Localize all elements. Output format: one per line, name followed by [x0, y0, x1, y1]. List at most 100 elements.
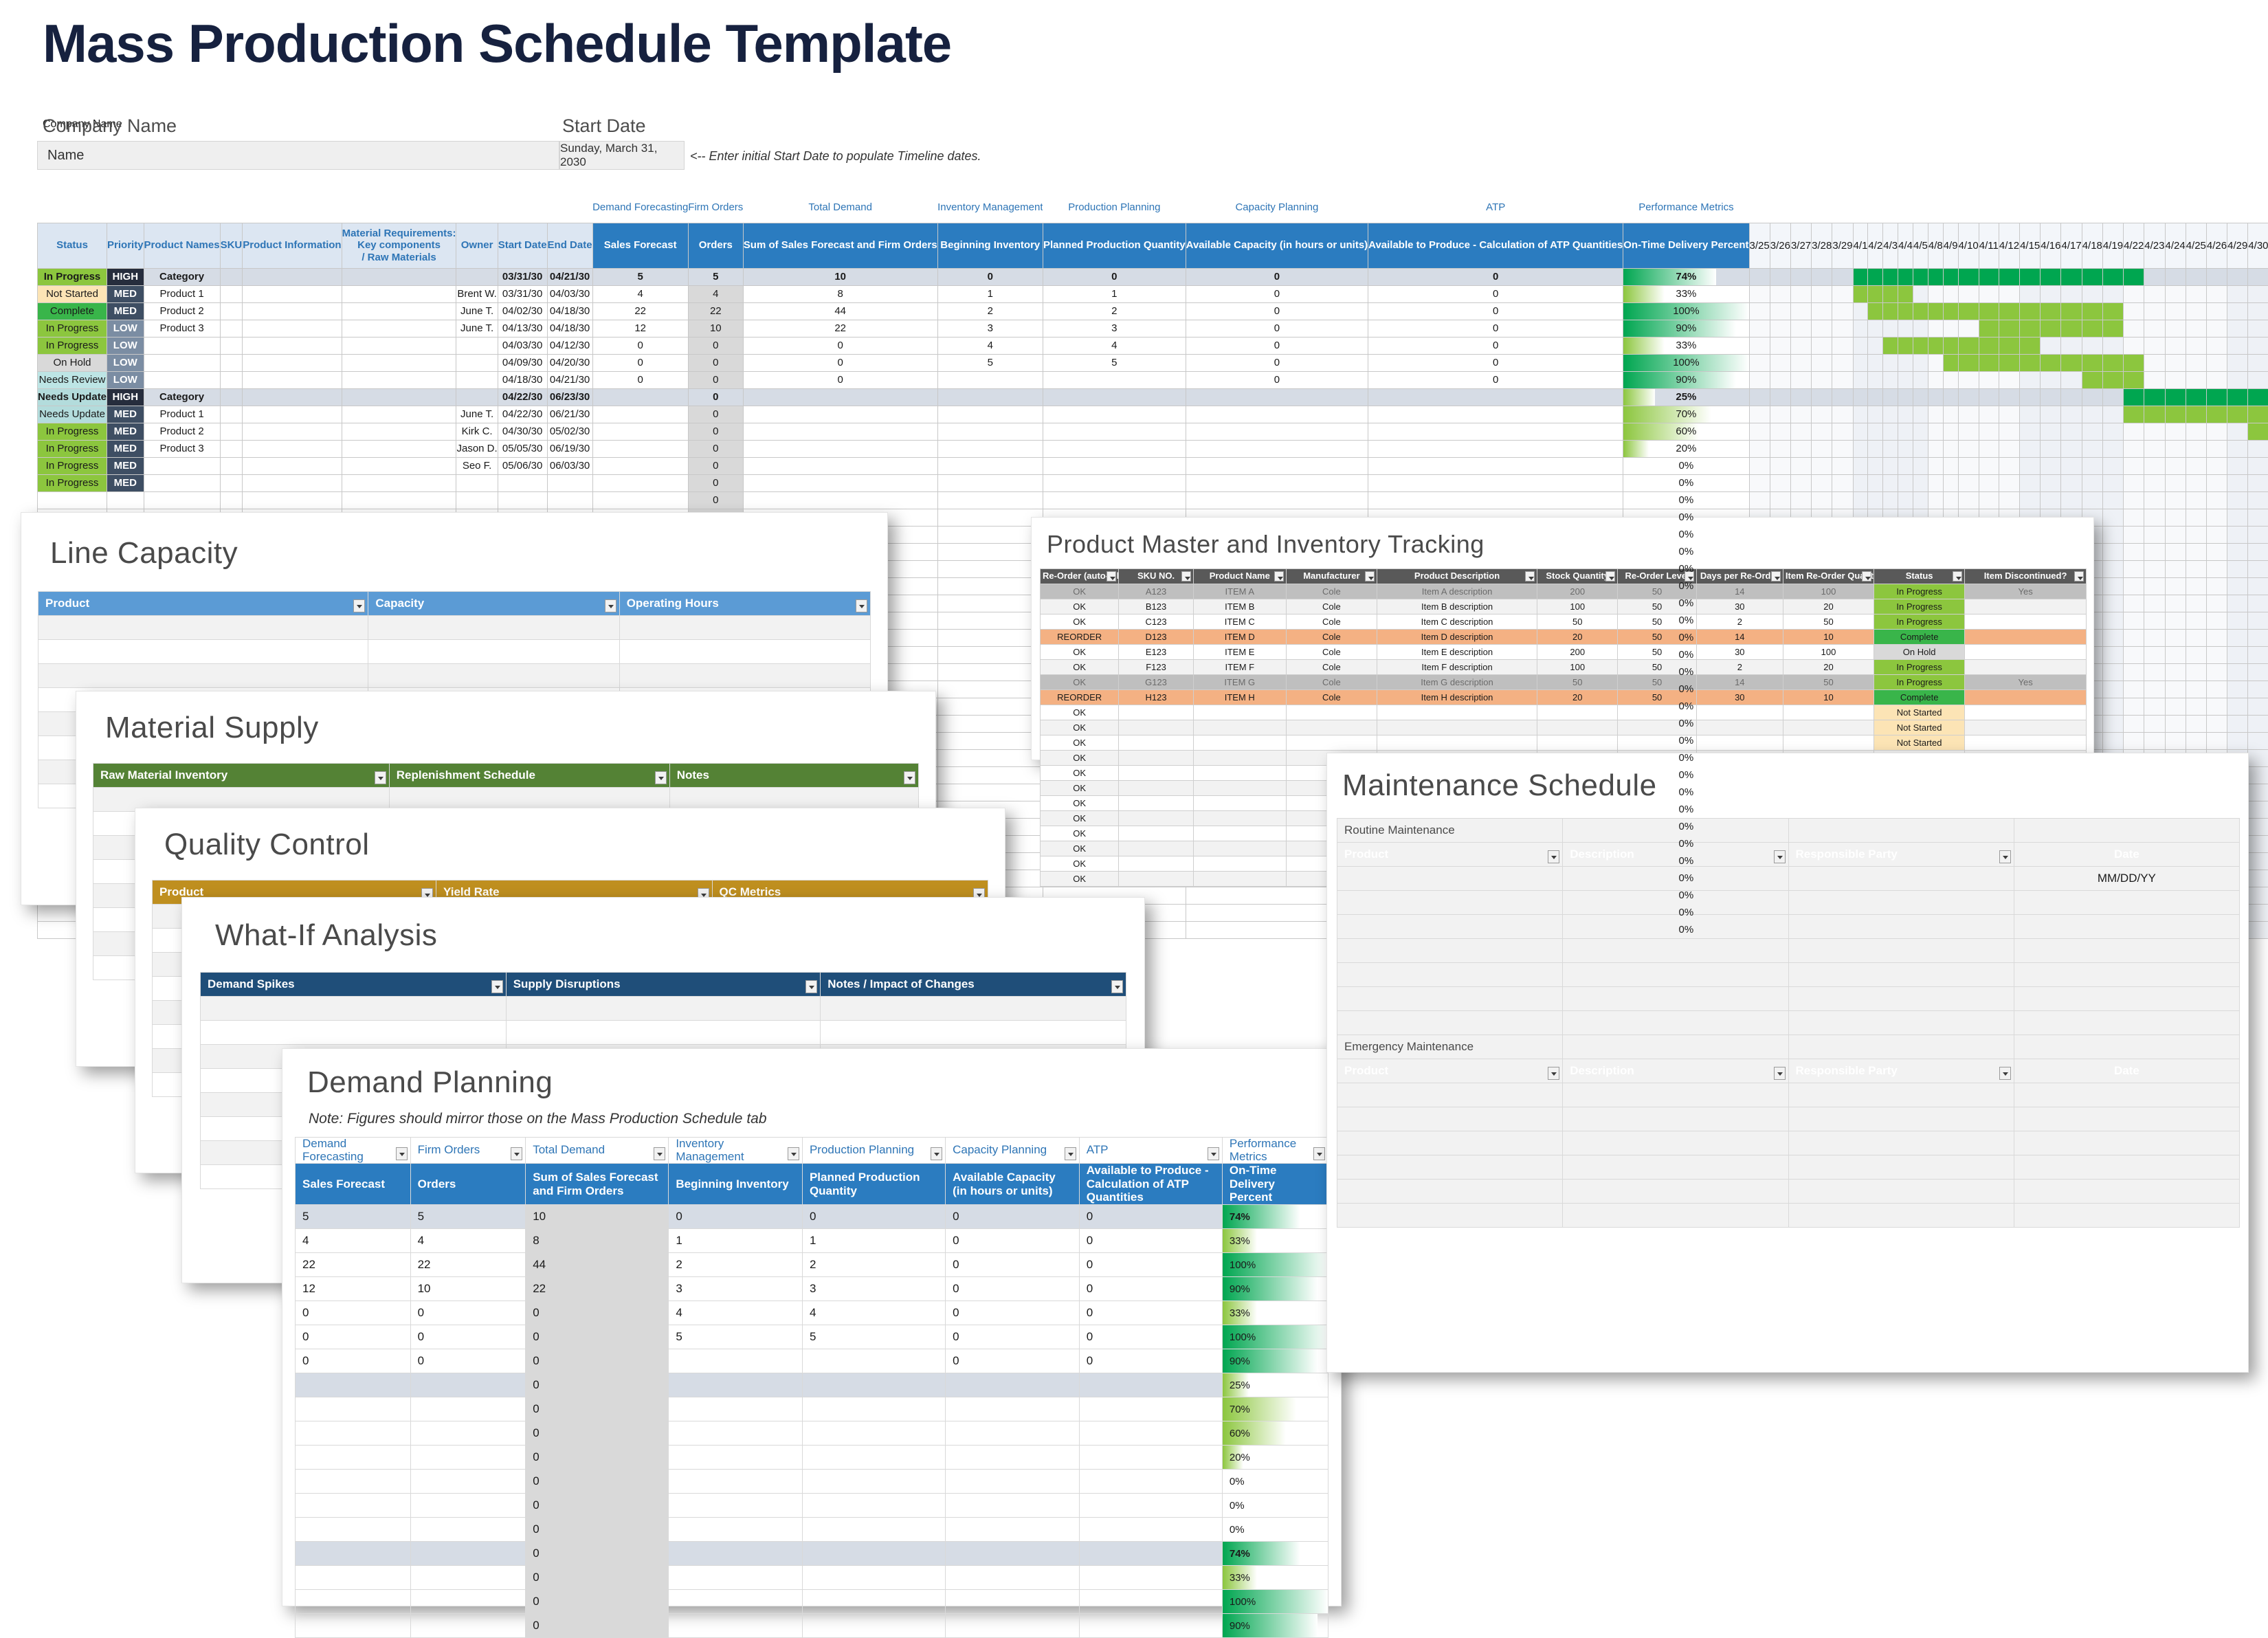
date-cell[interactable]	[2014, 987, 2239, 1011]
sales-forecast-cell[interactable]	[592, 406, 688, 423]
total-demand-cell[interactable]	[743, 406, 937, 423]
reorder-flag[interactable]: OK	[1041, 872, 1119, 887]
beginning-inventory-cell[interactable]: 2	[937, 302, 1043, 320]
product-name-cell[interactable]: Product 1	[144, 406, 220, 423]
planned-production-cell[interactable]	[802, 1542, 945, 1566]
on-time-delivery-cell[interactable]: 25%	[1623, 388, 1749, 406]
product-name-cell[interactable]	[1193, 751, 1286, 766]
manufacturer-cell[interactable]: Cole	[1286, 645, 1377, 660]
product-info-cell[interactable]	[243, 457, 342, 474]
atp-cell[interactable]	[1079, 1494, 1222, 1518]
table-row[interactable]: OKG123ITEM GColeItem G description505014…	[1041, 675, 2087, 690]
start-date-cell[interactable]: 04/02/30	[498, 302, 547, 320]
table-row[interactable]: On HoldLOW04/09/3004/20/300005500100%	[38, 354, 2268, 371]
product-description-cell[interactable]	[1377, 735, 1537, 751]
date-cell[interactable]	[2014, 1011, 2239, 1035]
empty-cell[interactable]	[38, 616, 368, 640]
start-date-cell[interactable]: 03/31/30	[498, 285, 547, 302]
table-row[interactable]: 0005500100%	[296, 1325, 1328, 1349]
atp-cell[interactable]	[1079, 1518, 1222, 1542]
empty-cell[interactable]	[368, 640, 619, 664]
reorder-flag[interactable]: OK	[1041, 660, 1119, 675]
item-reorder-qty-cell[interactable]	[1783, 735, 1874, 751]
status-badge[interactable]: In Progress	[1874, 660, 1965, 675]
orders-cell[interactable]: 5	[410, 1205, 526, 1229]
filter-dropdown-icon[interactable]	[654, 1147, 665, 1160]
product-cell[interactable]	[1337, 987, 1563, 1011]
sku-cell[interactable]	[220, 423, 243, 440]
filter-dropdown-icon[interactable]	[1274, 571, 1284, 582]
table-row[interactable]: MM/DD/YY	[1337, 867, 2240, 891]
demand-planning-col-0[interactable]: Sales Forecast	[296, 1164, 411, 1205]
maintenance-table[interactable]: Routine MaintenanceProductDescriptionRes…	[1337, 818, 2240, 1228]
atp-cell[interactable]	[1079, 1397, 1222, 1421]
routine-maintenance-col-0[interactable]: Product	[1337, 843, 1563, 867]
planned-production-cell[interactable]: 5	[802, 1325, 945, 1349]
table-row[interactable]: 00%	[296, 1470, 1328, 1494]
empty-cell[interactable]	[1788, 1155, 2014, 1180]
product-name-cell[interactable]	[1193, 841, 1286, 856]
product-master-col-2[interactable]: Product Name	[1193, 569, 1286, 584]
metric-cell[interactable]	[937, 491, 1043, 509]
schedule-metric-col-7[interactable]: On-Time Delivery Percent	[1623, 223, 1749, 268]
item-discontinued-cell[interactable]	[1965, 705, 2087, 720]
sales-forecast-cell[interactable]: 12	[296, 1277, 411, 1301]
table-row[interactable]: 020%	[296, 1446, 1328, 1470]
total-demand-cell[interactable]	[743, 388, 937, 406]
atp-cell[interactable]	[1079, 1614, 1222, 1638]
orders-cell[interactable]	[410, 1397, 526, 1421]
available-capacity-cell[interactable]	[946, 1566, 1080, 1590]
schedule-metric-col-6[interactable]: Available to Produce - Calculation of AT…	[1368, 223, 1623, 268]
available-capacity-cell[interactable]: 0	[946, 1253, 1080, 1277]
metric-cell[interactable]	[937, 526, 1043, 543]
schedule-metric-col-4[interactable]: Planned Production Quantity	[1043, 223, 1186, 268]
orders-cell[interactable]: 0	[410, 1349, 526, 1373]
schedule-col-4[interactable]: Product Information	[243, 223, 342, 268]
start-date-cell[interactable]: 04/22/30	[498, 388, 547, 406]
reorder-flag[interactable]: OK	[1041, 615, 1119, 630]
sales-forecast-cell[interactable]: 0	[296, 1301, 411, 1325]
priority-badge[interactable]: MED	[107, 423, 144, 440]
status-badge[interactable]: In Progress	[38, 457, 107, 474]
orders-cell[interactable]: 0	[688, 440, 743, 457]
total-demand-cell[interactable]: 0	[526, 1446, 669, 1470]
filter-dropdown-icon[interactable]	[1771, 571, 1781, 582]
sales-forecast-cell[interactable]	[592, 474, 688, 491]
product-info-cell[interactable]	[243, 406, 342, 423]
table-row[interactable]: In ProgressMEDProduct 2Kirk C.04/30/3005…	[38, 423, 2268, 440]
product-info-cell[interactable]	[243, 371, 342, 388]
product-name-cell[interactable]: ITEM C	[1193, 615, 1286, 630]
item-discontinued-cell[interactable]: Yes	[1965, 584, 2087, 599]
on-time-delivery-cell[interactable]: 0%	[1222, 1470, 1328, 1494]
total-demand-cell[interactable]: 10	[743, 268, 937, 285]
stock-quantity-cell[interactable]: 100	[1537, 599, 1618, 615]
orders-cell[interactable]: 4	[688, 285, 743, 302]
total-demand-cell[interactable]: 22	[526, 1277, 669, 1301]
filter-dropdown-icon[interactable]	[1862, 571, 1871, 582]
empty-cell[interactable]	[2014, 1107, 2239, 1131]
filter-dropdown-icon[interactable]	[904, 771, 915, 784]
beginning-inventory-cell[interactable]: 4	[669, 1301, 803, 1325]
filter-dropdown-icon[interactable]	[655, 771, 667, 784]
available-capacity-cell[interactable]	[1186, 440, 1368, 457]
status-badge[interactable]: In Progress	[38, 474, 107, 491]
sales-forecast-cell[interactable]	[592, 388, 688, 406]
status-badge[interactable]: In Progress	[1874, 615, 1965, 630]
table-row[interactable]	[1337, 1180, 2240, 1204]
orders-cell[interactable]: 0	[688, 474, 743, 491]
metric-cell[interactable]	[937, 680, 1043, 698]
planned-production-cell[interactable]	[802, 1518, 945, 1542]
sales-forecast-cell[interactable]	[592, 491, 688, 509]
atp-cell[interactable]: 0	[1079, 1277, 1222, 1301]
filter-dropdown-icon[interactable]	[1181, 571, 1191, 582]
product-name-cell[interactable]	[1193, 856, 1286, 872]
table-row[interactable]	[1337, 1204, 2240, 1228]
orders-cell[interactable]	[410, 1614, 526, 1638]
available-capacity-cell[interactable]: 0	[1186, 371, 1368, 388]
emergency-maintenance-col-1[interactable]: Description	[1563, 1059, 1788, 1083]
date-cell[interactable]: MM/DD/YY	[2014, 867, 2239, 891]
metric-cell[interactable]	[937, 595, 1043, 612]
start-date-input[interactable]: Sunday, March 31, 2030	[559, 141, 685, 170]
material-req-cell[interactable]	[342, 457, 456, 474]
product-info-cell[interactable]	[243, 302, 342, 320]
